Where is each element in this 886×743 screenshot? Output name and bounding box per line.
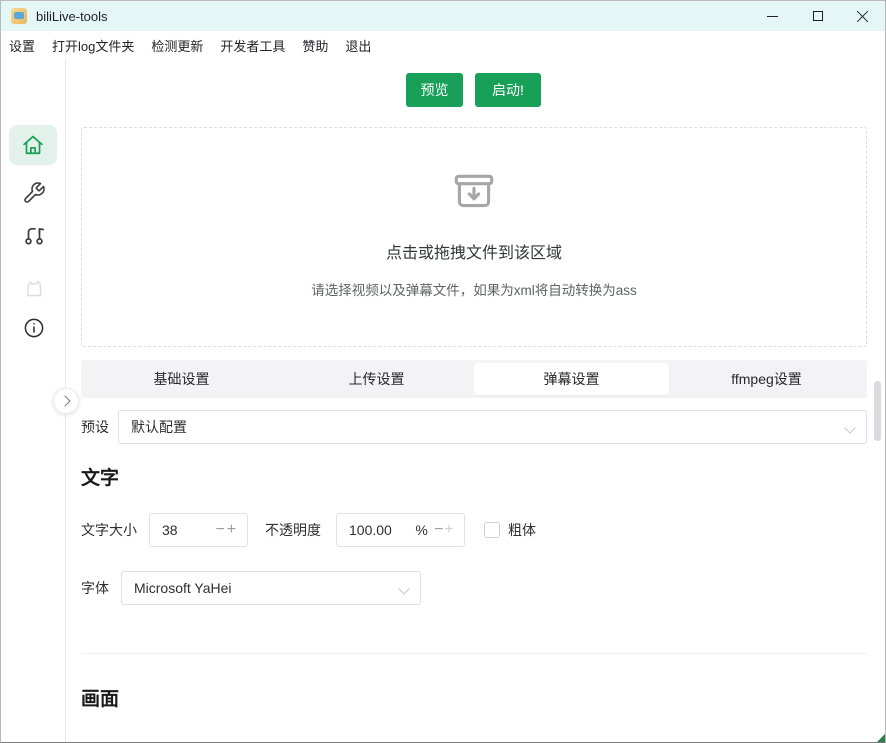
font-size-label: 文字大小 — [81, 513, 137, 547]
menu-item-devtools[interactable]: 开发者工具 — [220, 36, 285, 55]
sidebar-expand-button[interactable] — [53, 388, 79, 414]
app-logo-icon — [11, 8, 27, 24]
menu-item-settings[interactable]: 设置 — [9, 36, 35, 55]
font-size-decrement-button[interactable]: − — [215, 514, 226, 546]
tab-danmaku-settings[interactable]: 弹幕设置 — [474, 363, 669, 395]
menu-item-exit[interactable]: 退出 — [345, 36, 371, 55]
sidebar-item-pipeline[interactable] — [21, 222, 46, 247]
sidebar-item-about[interactable] — [21, 315, 46, 340]
minimize-icon — [767, 16, 778, 17]
opacity-input: % − + — [336, 513, 465, 547]
menu-item-open-log-folder[interactable]: 打开log文件夹 — [52, 36, 134, 55]
dropzone-title: 点击或拖拽文件到该区域 — [82, 239, 866, 263]
section-divider — [81, 653, 867, 654]
sidebar-item-home[interactable] — [9, 125, 57, 165]
tab-basic-settings[interactable]: 基础设置 — [84, 363, 279, 395]
opacity-percent-suffix: % — [415, 522, 427, 538]
close-button[interactable] — [840, 1, 885, 31]
bold-checkbox[interactable] — [484, 522, 500, 538]
font-family-select[interactable]: Microsoft YaHei — [121, 571, 421, 605]
menu-item-sponsor[interactable]: 赞助 — [302, 36, 328, 55]
preset-select-value: 默认配置 — [131, 417, 187, 437]
chevron-right-icon — [59, 395, 70, 406]
window-controls — [750, 1, 885, 31]
menu-bar: 设置 打开log文件夹 检测更新 开发者工具 赞助 退出 — [1, 31, 885, 59]
font-family-select-value: Microsoft YaHei — [134, 580, 232, 596]
start-button[interactable]: 启动! — [475, 73, 541, 107]
title-bar: biliLive-tools — [1, 1, 885, 31]
preview-button[interactable]: 预览 — [406, 73, 463, 107]
font-size-field[interactable] — [162, 522, 215, 538]
window-title: biliLive-tools — [36, 9, 108, 24]
font-family-label: 字体 — [81, 571, 109, 605]
dropzone-hint: 请选择视频以及弹幕文件，如果为xml将自动转换为ass — [82, 279, 866, 299]
preset-select[interactable]: 默认配置 — [118, 410, 867, 444]
chevron-down-icon — [398, 583, 409, 594]
opacity-decrement-button[interactable]: − — [434, 514, 444, 546]
menu-item-check-update[interactable]: 检测更新 — [151, 36, 203, 55]
vertical-scrollbar[interactable] — [874, 381, 881, 441]
chevron-down-icon — [844, 422, 855, 433]
maximize-icon — [813, 11, 823, 21]
minimize-button[interactable] — [750, 1, 795, 31]
home-icon — [20, 132, 46, 158]
archive-download-icon — [82, 168, 866, 223]
tab-ffmpeg-settings[interactable]: ffmpeg设置 — [669, 363, 864, 395]
resize-grip[interactable] — [877, 734, 885, 742]
opacity-field[interactable] — [349, 522, 415, 538]
app-window: biliLive-tools 设置 打开log文件夹 检测更新 开发者工具 赞助… — [0, 0, 886, 743]
tab-upload-settings[interactable]: 上传设置 — [279, 363, 474, 395]
preset-label: 预设 — [81, 410, 109, 444]
clip-icon — [22, 275, 46, 299]
font-size-input: − + — [149, 513, 248, 547]
settings-tabbar: 基础设置 上传设置 弹幕设置 ffmpeg设置 — [81, 360, 867, 398]
bold-label: 粗体 — [508, 513, 536, 547]
sidebar-item-clip[interactable] — [21, 274, 46, 299]
font-size-increment-button[interactable]: + — [226, 514, 237, 546]
maximize-button[interactable] — [795, 1, 840, 31]
text-section-title: 文字 — [81, 463, 119, 490]
sidebar-item-tools[interactable] — [21, 180, 46, 205]
screen-section-title: 画面 — [81, 684, 119, 711]
file-dropzone[interactable]: 点击或拖拽文件到该区域 请选择视频以及弹幕文件，如果为xml将自动转换为ass — [81, 127, 867, 347]
opacity-increment-button[interactable]: + — [444, 514, 454, 546]
git-pull-request-icon — [22, 223, 46, 247]
opacity-label: 不透明度 — [265, 513, 321, 547]
close-icon — [857, 10, 869, 22]
wrench-icon — [22, 181, 46, 205]
info-icon — [22, 316, 46, 340]
